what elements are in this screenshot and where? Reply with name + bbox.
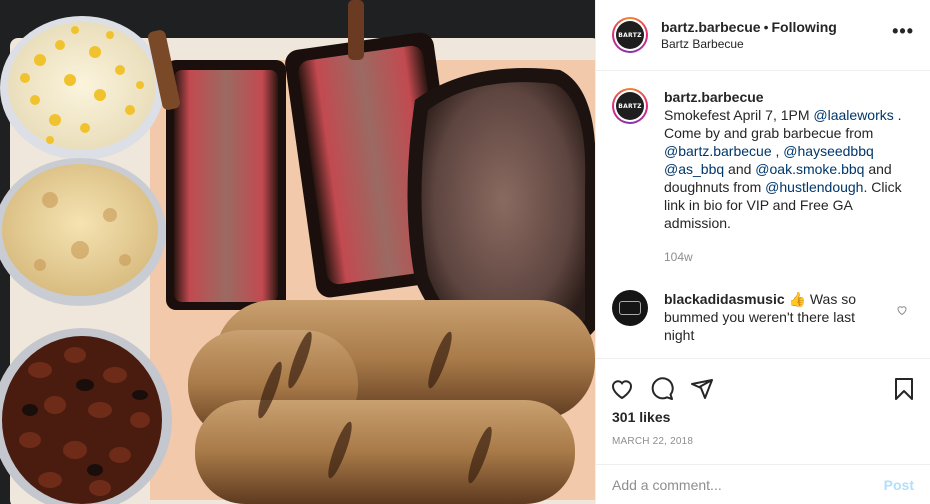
location-link[interactable]: Bartz Barbecue — [661, 36, 892, 52]
caption: BARTZ bartz.barbecue Smokefest April 7, 1… — [612, 88, 914, 266]
caption-timestamp[interactable]: 104w — [664, 248, 914, 266]
commenter-username[interactable]: blackadidasmusic — [664, 291, 785, 307]
action-icons — [596, 359, 930, 406]
post-photo[interactable] — [0, 0, 595, 504]
caption-text-segment: , — [771, 143, 784, 159]
header-text: bartz.barbecue • Following Bartz Barbecue — [661, 19, 892, 52]
comment-item: blackadidasmusic 👍 Was so bummed you wer… — [612, 290, 914, 344]
save-button[interactable] — [892, 374, 916, 404]
avatar-logo-text: BARTZ — [618, 31, 642, 39]
actions-section: 301 likes MARCH 22, 2018 Post — [596, 358, 930, 504]
account-avatar[interactable]: BARTZ — [612, 17, 648, 53]
comment-icon — [651, 377, 674, 400]
commenter-avatar[interactable] — [612, 290, 648, 326]
caption-mention-link[interactable]: @as_bbq — [664, 161, 724, 177]
caption-text: bartz.barbecue Smokefest April 7, 1PM @la… — [664, 88, 914, 232]
header-separator: • — [763, 18, 769, 35]
caption-text-segment: and — [724, 161, 756, 177]
comment-button[interactable] — [650, 374, 690, 404]
bookmark-icon — [895, 378, 913, 400]
caption-mention-link[interactable]: @oak.smoke.bbq — [755, 161, 864, 177]
caption-mention-link[interactable]: @laaleworks — [813, 107, 893, 123]
comment-input[interactable] — [612, 476, 884, 493]
caption-mention-link[interactable]: @hayseedbbq — [783, 143, 874, 159]
instagram-post: BARTZ bartz.barbecue • Following Bartz Bar… — [0, 0, 930, 504]
comment-body: blackadidasmusic 👍 Was so bummed you wer… — [664, 290, 874, 344]
likes-count[interactable]: 301 likes — [596, 409, 930, 425]
post-sidebar: BARTZ bartz.barbecue • Following Bartz Bar… — [595, 0, 930, 504]
caption-avatar[interactable]: BARTZ — [612, 88, 648, 124]
header-username[interactable]: bartz.barbecue — [661, 19, 761, 35]
more-options-icon[interactable]: ••• — [892, 22, 914, 44]
heart-icon — [612, 380, 632, 400]
share-icon — [691, 379, 713, 399]
caption-mention-link[interactable]: @bartz.barbecue — [664, 143, 772, 159]
post-comment-button[interactable]: Post — [884, 477, 914, 493]
avatar-logo-text: BARTZ — [618, 102, 642, 110]
share-button[interactable] — [690, 374, 730, 404]
small-heart-icon[interactable] — [896, 304, 908, 316]
post-date[interactable]: MARCH 22, 2018 — [596, 436, 930, 447]
post-header: BARTZ bartz.barbecue • Following Bartz Bar… — [596, 0, 930, 71]
following-button[interactable]: Following — [772, 19, 837, 35]
caption-mention-link[interactable]: @hustlendough — [765, 179, 863, 195]
barbecue-tray-image — [0, 0, 595, 504]
like-button[interactable] — [610, 374, 650, 404]
caption-body: bartz.barbecue Smokefest April 7, 1PM @la… — [664, 88, 914, 266]
add-comment-bar: Post — [596, 464, 930, 504]
caption-username[interactable]: bartz.barbecue — [664, 89, 764, 105]
comments-area: BARTZ bartz.barbecue Smokefest April 7, 1… — [596, 72, 930, 358]
caption-text-segment: Smokefest April 7, 1PM — [664, 107, 814, 123]
